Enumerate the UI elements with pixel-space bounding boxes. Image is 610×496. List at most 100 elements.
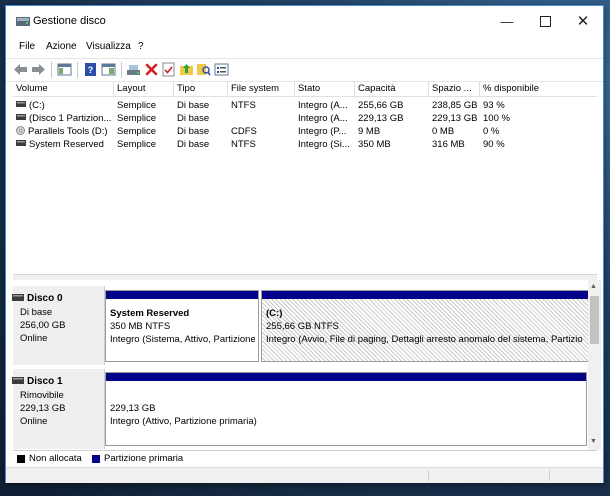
help-book-icon[interactable]: ? bbox=[83, 62, 98, 77]
disk-0-status: Online bbox=[20, 333, 48, 344]
capacity-cell: 350 MB bbox=[358, 139, 391, 150]
volume-name: System Reserved bbox=[29, 139, 104, 150]
status-bar bbox=[6, 467, 603, 483]
column-header-stato[interactable]: Stato bbox=[295, 82, 355, 96]
table-row[interactable]: (Disco 1 Partizion... Semplice Di base I… bbox=[13, 112, 597, 125]
type-cell: Di base bbox=[177, 139, 210, 150]
close-icon: ✕ bbox=[576, 13, 590, 30]
status-cell: Integro (Si... bbox=[298, 139, 350, 150]
column-header-file-system[interactable]: File system bbox=[228, 82, 295, 96]
disk-0-name: Disco 0 bbox=[27, 293, 63, 304]
disk-management-window: Gestione disco — ✕ File Azione Visualizz… bbox=[5, 5, 604, 483]
disk-1-label[interactable]: Disco 1 Rimovibile 229,13 GB Online bbox=[12, 369, 105, 449]
filesystem-cell bbox=[228, 112, 295, 125]
layout-cell: Semplice bbox=[117, 113, 157, 124]
column-header-tipo[interactable]: Tipo bbox=[174, 82, 228, 96]
minimize-button[interactable]: — bbox=[488, 6, 526, 36]
column-header-spazio[interactable]: Spazio ... bbox=[429, 82, 480, 96]
table-row[interactable]: Parallels Tools (D:) Semplice Di base CD… bbox=[13, 125, 597, 138]
status-segment bbox=[6, 470, 429, 481]
scroll-down-icon[interactable]: ▼ bbox=[590, 438, 597, 445]
minimize-icon: — bbox=[500, 13, 514, 29]
disk-0-label[interactable]: Disco 0 Di base 256,00 GB Online bbox=[12, 286, 105, 365]
layout-cell: Semplice bbox=[117, 139, 157, 150]
partition-disk-1[interactable]: 229,13 GB Integro (Attivo, Partizione pr… bbox=[105, 372, 587, 446]
toolbar: ? bbox=[6, 58, 603, 82]
volume-cell: (Disco 1 Partizion... bbox=[13, 112, 114, 125]
status-cell: Integro (A... bbox=[298, 113, 348, 124]
column-header-percent-available[interactable]: % disponibile bbox=[480, 82, 597, 96]
menu-visualizza[interactable]: Visualizza bbox=[86, 41, 131, 52]
menu-bar: File Azione Visualizza ? bbox=[6, 40, 603, 56]
capacity-cell: 255,66 GB bbox=[358, 100, 404, 111]
type-cell: Di base bbox=[177, 100, 210, 111]
table-row[interactable]: System Reserved Semplice Di base NTFS In… bbox=[13, 138, 597, 151]
menu-help[interactable]: ? bbox=[138, 41, 144, 52]
volume-list: Volume Layout Tipo File system Stato Cap… bbox=[13, 82, 597, 274]
primary-partition-bar bbox=[106, 291, 258, 299]
type-cell: Di base bbox=[177, 126, 210, 137]
volume-cell: Parallels Tools (D:) bbox=[13, 125, 114, 138]
volume-cell: (C:) bbox=[13, 99, 114, 112]
free-space-cell: 238,85 GB bbox=[432, 100, 478, 111]
status-cell: Integro (A... bbox=[298, 100, 348, 111]
scroll-up-icon[interactable]: ▲ bbox=[590, 283, 597, 290]
window-title: Gestione disco bbox=[33, 15, 106, 27]
primary-partition-swatch bbox=[92, 455, 100, 463]
disk-1-name: Disco 1 bbox=[27, 376, 63, 387]
partition-c-selected[interactable]: (C:) 255,66 GB NTFS Integro (Avvio, File… bbox=[261, 290, 589, 362]
disk-0-size: 256,00 GB bbox=[20, 320, 66, 331]
disk-1-size: 229,13 GB bbox=[20, 403, 66, 414]
free-space-cell: 0 MB bbox=[432, 126, 455, 137]
back-arrow-icon[interactable] bbox=[13, 62, 28, 77]
folder-up-icon[interactable] bbox=[179, 62, 194, 77]
column-header-volume[interactable]: Volume bbox=[13, 82, 114, 96]
graph-vertical-scrollbar[interactable]: ▲ ▼ bbox=[588, 280, 601, 450]
menu-file[interactable]: File bbox=[19, 41, 35, 52]
disk-icon bbox=[12, 377, 24, 384]
console-tree-icon[interactable] bbox=[57, 62, 72, 77]
legend-unallocated-label: Non allocata bbox=[29, 453, 82, 464]
connect-drive-icon[interactable] bbox=[126, 62, 141, 77]
forward-arrow-icon[interactable] bbox=[31, 62, 46, 77]
percent-free-cell: 100 % bbox=[483, 113, 510, 124]
table-row[interactable]: (C:) Semplice Di base NTFS Integro (A...… bbox=[13, 99, 597, 112]
disk-1-type: Rimovibile bbox=[20, 390, 64, 401]
properties-list-icon[interactable] bbox=[214, 62, 229, 77]
percent-free-cell: 90 % bbox=[483, 139, 505, 150]
scrollbar-thumb[interactable] bbox=[590, 296, 599, 344]
close-button[interactable]: ✕ bbox=[564, 6, 602, 36]
column-header-layout[interactable]: Layout bbox=[114, 82, 174, 96]
properties-window-icon[interactable] bbox=[101, 62, 116, 77]
drive-icon bbox=[16, 101, 26, 108]
disk-1-status: Online bbox=[20, 416, 48, 427]
column-header-capacita[interactable]: Capacità bbox=[355, 82, 429, 96]
primary-partition-bar bbox=[106, 373, 586, 381]
checklist-icon[interactable] bbox=[161, 62, 176, 77]
volume-name: (C:) bbox=[29, 100, 45, 111]
title-bar[interactable]: Gestione disco — ✕ bbox=[6, 6, 603, 36]
percent-free-cell: 0 % bbox=[483, 126, 500, 137]
maximize-button[interactable] bbox=[526, 6, 564, 36]
delete-x-icon[interactable] bbox=[144, 62, 159, 77]
volume-cell: System Reserved bbox=[13, 138, 114, 151]
status-cell: Integro (P... bbox=[298, 126, 347, 137]
menu-azione[interactable]: Azione bbox=[46, 41, 77, 52]
primary-partition-bar bbox=[262, 291, 588, 299]
disk-management-app-icon bbox=[16, 17, 30, 26]
svg-text:?: ? bbox=[88, 65, 94, 75]
drive-icon bbox=[16, 140, 26, 147]
maximize-icon bbox=[539, 15, 551, 27]
partition-title: (C:) bbox=[266, 308, 283, 319]
unallocated-swatch bbox=[17, 455, 25, 463]
partition-system-reserved[interactable]: System Reserved 350 MB NTFS Integro (Sis… bbox=[105, 290, 259, 362]
search-document-icon[interactable] bbox=[196, 62, 211, 77]
type-cell: Di base bbox=[177, 113, 210, 124]
legend-primary-partition-label: Partizione primaria bbox=[104, 453, 184, 464]
capacity-cell: 9 MB bbox=[358, 126, 381, 137]
status-segment bbox=[429, 470, 550, 481]
toolbar-separator bbox=[77, 62, 78, 78]
volume-list-header: Volume Layout Tipo File system Stato Cap… bbox=[13, 82, 597, 97]
layout-cell: Semplice bbox=[117, 100, 157, 111]
partition-size: 255,66 GB NTFS bbox=[266, 321, 339, 332]
